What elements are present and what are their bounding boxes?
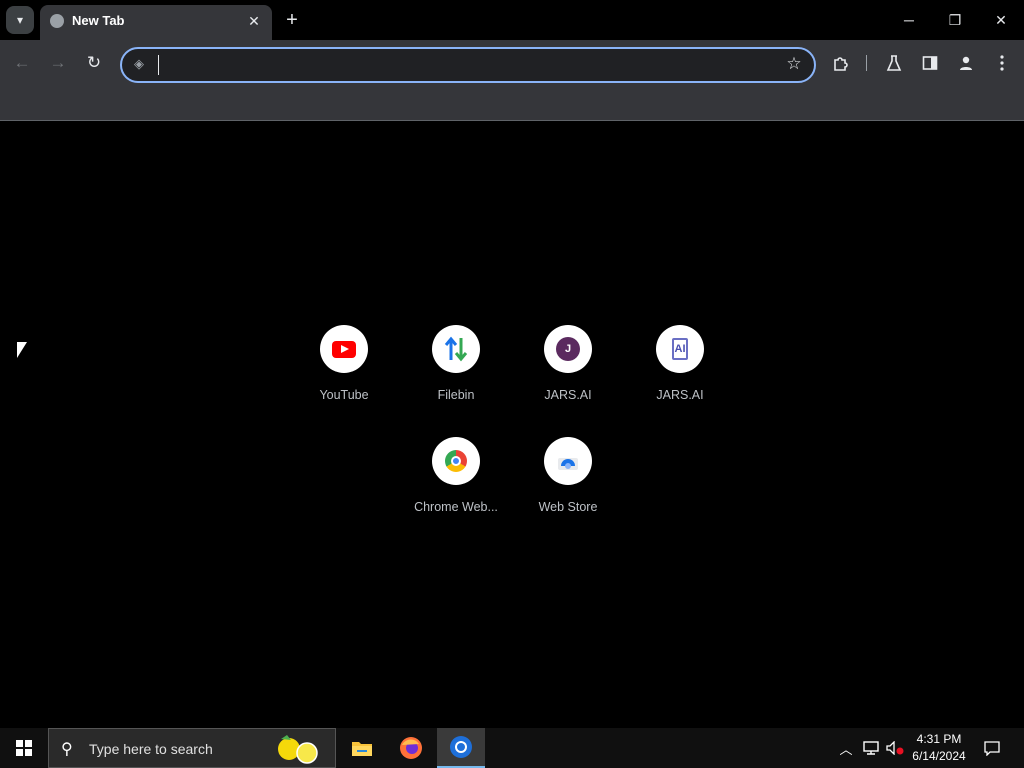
shortcut-label: JARS.AI bbox=[544, 388, 592, 402]
new-tab-button[interactable]: + bbox=[281, 9, 303, 31]
shortcut-label: YouTube bbox=[319, 388, 369, 402]
close-window-button[interactable]: ✕ bbox=[978, 0, 1024, 40]
tab-title: New Tab bbox=[72, 13, 125, 28]
address-bar[interactable]: ◈ ☆ bbox=[120, 47, 816, 83]
file-explorer-icon[interactable] bbox=[338, 728, 386, 768]
new-tab-page: YouTube Filebin J JARS.AI AI JARS.AI Chr… bbox=[0, 121, 1024, 728]
shortcut-tile[interactable]: Web Store bbox=[512, 437, 624, 549]
tab-search-button[interactable]: ▾ bbox=[6, 6, 34, 34]
clock-date: 6/14/2024 bbox=[912, 749, 966, 763]
network-icon[interactable] bbox=[860, 728, 882, 768]
globe-icon bbox=[50, 14, 64, 28]
shortcut-tile[interactable]: Chrome Web... bbox=[400, 437, 512, 549]
jars-ai-icon: AI bbox=[656, 325, 704, 373]
firefox-icon[interactable] bbox=[387, 728, 435, 768]
search-highlight-icon bbox=[278, 735, 318, 764]
chevron-down-icon: ▾ bbox=[16, 13, 24, 27]
show-hidden-icons-chevron-icon[interactable]: ︿ bbox=[836, 728, 856, 768]
shortcut-tile[interactable]: J JARS.AI bbox=[512, 325, 624, 437]
chrome-webstore-icon bbox=[432, 437, 480, 485]
webstore-icon bbox=[544, 437, 592, 485]
volume-muted-icon[interactable] bbox=[884, 728, 906, 768]
taskbar-search[interactable]: ⚲ Type here to search bbox=[48, 728, 336, 768]
shortcut-label: Filebin bbox=[437, 388, 475, 402]
clock-time: 4:31 PM bbox=[916, 732, 962, 746]
menu-kebab-icon[interactable] bbox=[990, 51, 1014, 75]
side-panel-icon[interactable] bbox=[918, 51, 942, 75]
shortcut-tile[interactable]: AI JARS.AI bbox=[624, 325, 736, 437]
filebin-icon bbox=[432, 325, 480, 373]
shortcut-tile[interactable]: Filebin bbox=[400, 325, 512, 437]
jars-j-icon: J bbox=[544, 325, 592, 373]
shortcut-label: JARS.AI bbox=[656, 388, 704, 402]
text-caret bbox=[158, 55, 159, 75]
back-button[interactable]: ← bbox=[10, 51, 34, 75]
tab-close-button[interactable]: ✕ bbox=[244, 11, 264, 31]
youtube-icon bbox=[320, 325, 368, 373]
site-info-icon[interactable]: ◈ bbox=[131, 56, 147, 72]
profile-icon[interactable] bbox=[954, 51, 978, 75]
shortcut-tile[interactable]: YouTube bbox=[288, 325, 400, 437]
address-input[interactable] bbox=[156, 53, 760, 79]
shortcut-label: Web Store bbox=[538, 500, 598, 514]
forward-button[interactable]: → bbox=[46, 51, 70, 75]
notifications-icon[interactable] bbox=[978, 728, 1006, 768]
labs-flask-icon[interactable] bbox=[882, 51, 906, 75]
mouse-pointer-icon bbox=[17, 342, 27, 358]
minimize-button[interactable]: ─ bbox=[886, 0, 932, 40]
start-button[interactable] bbox=[0, 728, 48, 768]
browser-toolbar: ← → ↻ ◈ ☆ bbox=[0, 40, 1024, 121]
bookmark-star-icon[interactable]: ☆ bbox=[784, 54, 804, 74]
system-clock[interactable]: 4:31 PM 6/14/2024 bbox=[906, 731, 972, 765]
search-icon: ⚲ bbox=[61, 741, 73, 758]
reload-button[interactable]: ↻ bbox=[82, 51, 106, 75]
tab-new-tab[interactable]: New Tab ✕ bbox=[40, 5, 272, 40]
extensions-icon[interactable] bbox=[828, 51, 852, 75]
title-bar: ▾ New Tab ✕ + ─ ❐ ✕ bbox=[0, 0, 1024, 40]
shortcut-label: Chrome Web... bbox=[414, 500, 498, 514]
taskbar: ⚲ Type here to search ︿ 4:31 PM 6/14/202… bbox=[0, 728, 1024, 768]
toolbar-divider bbox=[866, 55, 867, 71]
restore-button[interactable]: ❐ bbox=[932, 0, 978, 40]
chrome-icon[interactable] bbox=[437, 728, 485, 768]
windows-logo-icon bbox=[16, 740, 32, 756]
search-placeholder: Type here to search bbox=[89, 741, 213, 757]
